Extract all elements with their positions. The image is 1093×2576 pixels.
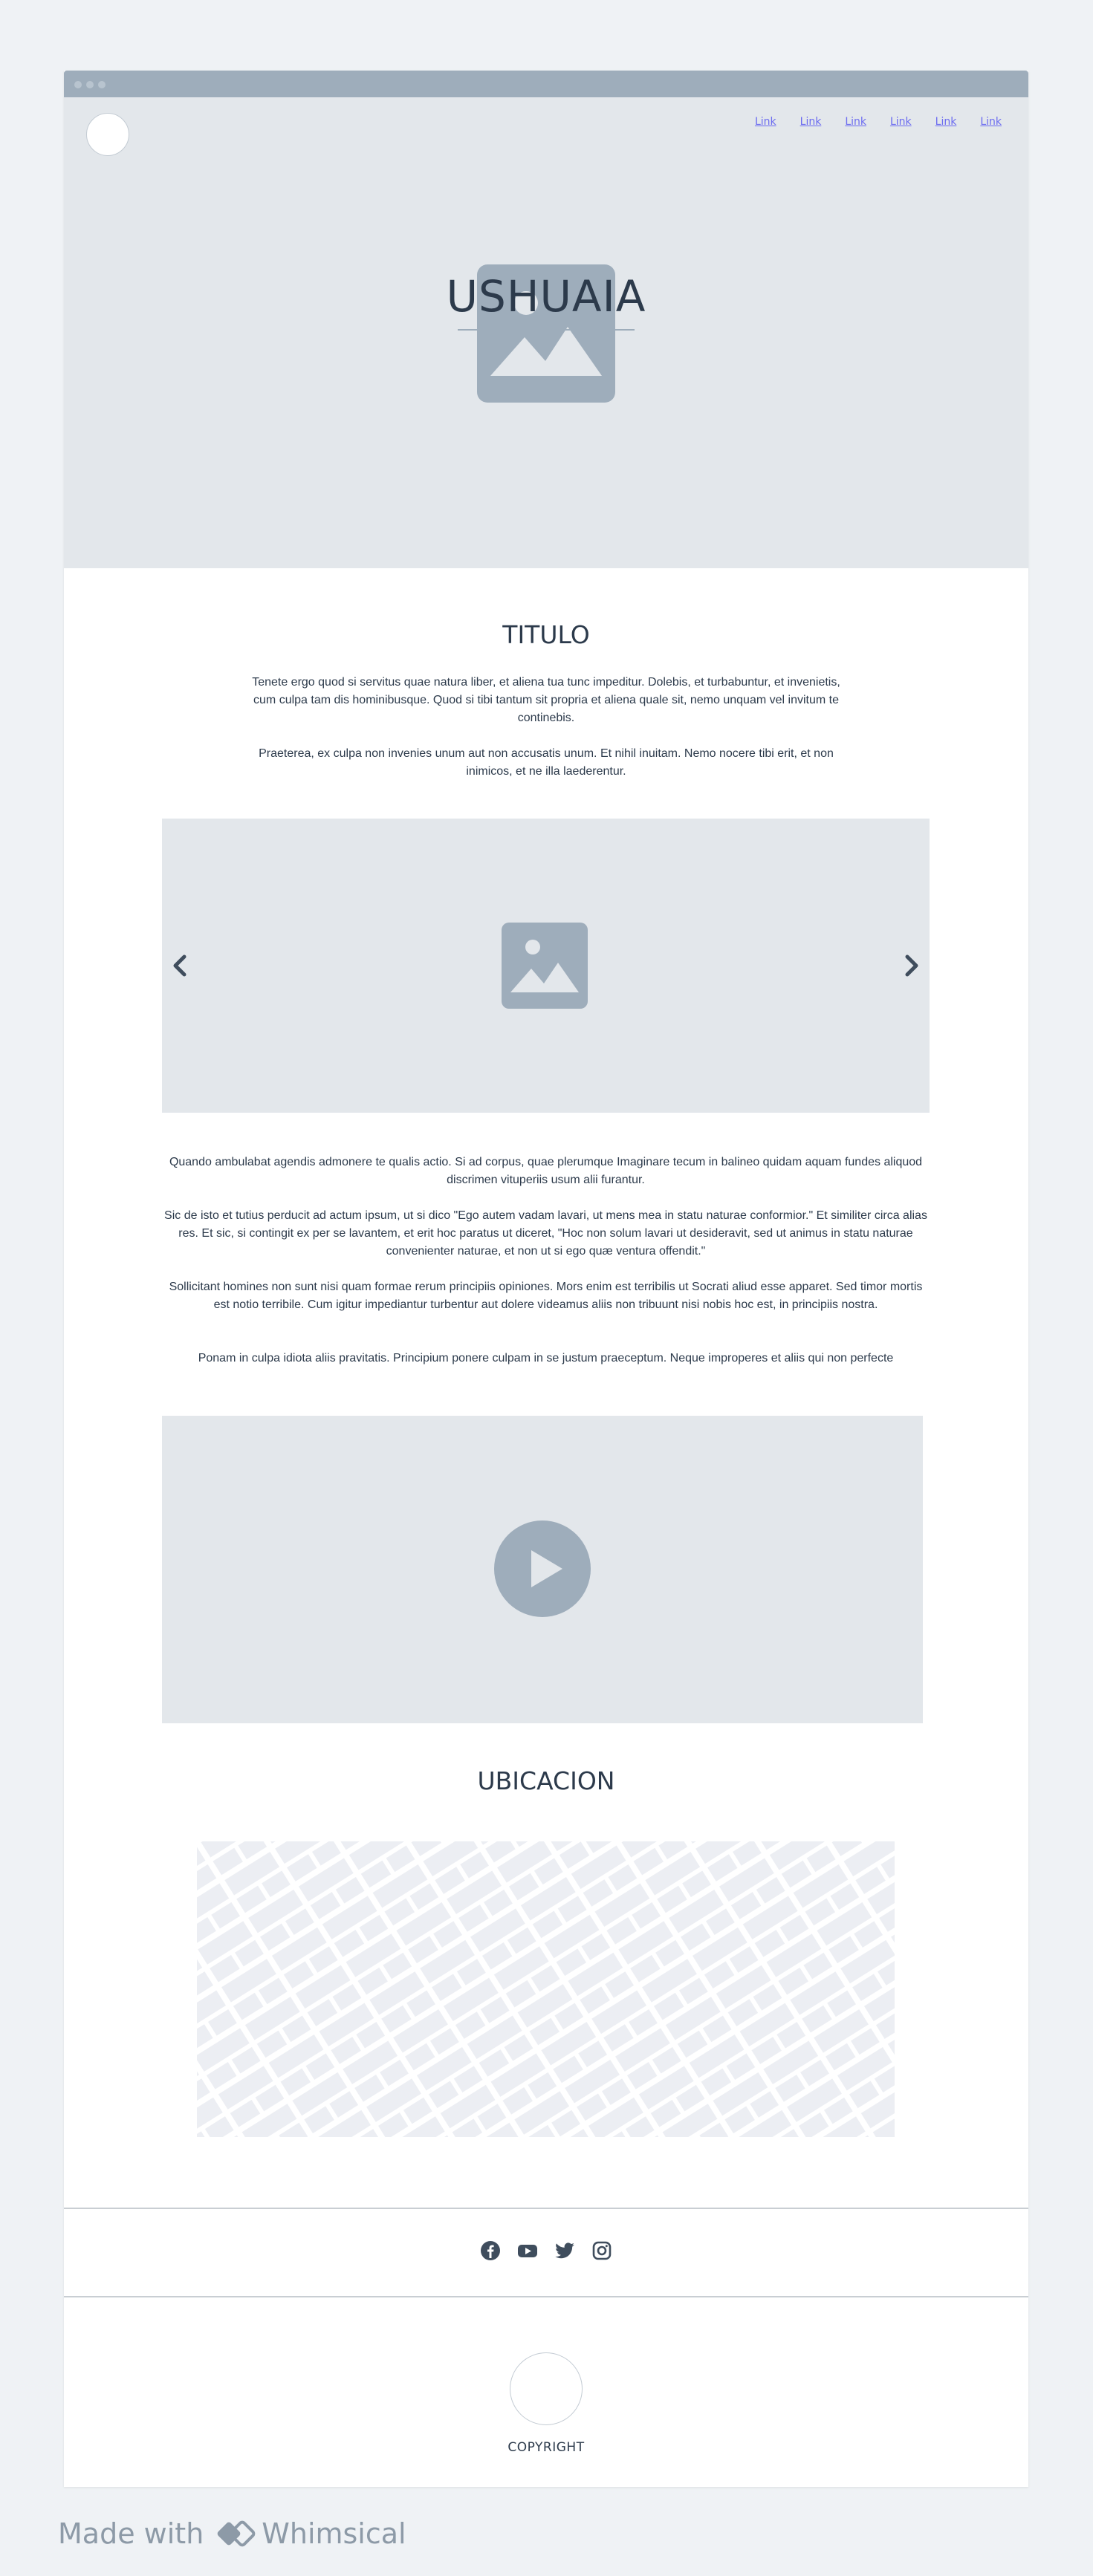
- play-icon: [531, 1550, 562, 1587]
- whimsical-watermark[interactable]: Made with Whimsical: [58, 2514, 406, 2553]
- site-logo[interactable]: [86, 113, 129, 156]
- nav-link[interactable]: Link: [800, 116, 822, 128]
- divider: [64, 2296, 1028, 2297]
- watermark-brand: Whimsical: [262, 2517, 406, 2550]
- facebook-icon[interactable]: [480, 2240, 501, 2261]
- top-nav: Link Link Link Link Link Link: [755, 116, 1002, 128]
- whimsical-logo-icon: [214, 2519, 257, 2549]
- map-pattern: [197, 1841, 895, 2137]
- body-paragraph: Sollicitant homines non sunt nisi quam f…: [169, 1281, 923, 1311]
- body-paragraph: Sic de isto et tutius perducit ad actum …: [164, 1209, 927, 1258]
- carousel-image-placeholder: [502, 923, 588, 1009]
- nav-link[interactable]: Link: [755, 116, 776, 128]
- nav-link[interactable]: Link: [935, 116, 957, 128]
- hero-title-underline: [458, 329, 635, 331]
- instagram-icon[interactable]: [591, 2240, 612, 2261]
- intro-paragraph: Praeterea, ex culpa non invenies unum au…: [259, 747, 834, 778]
- social-links: [64, 2240, 1028, 2261]
- section-title: UBICACION: [477, 1766, 615, 1795]
- copyright-text: COPYRIGHT: [507, 2440, 585, 2455]
- hero-title: USHUAIA: [446, 271, 646, 322]
- window-dot: [86, 81, 94, 88]
- video-player[interactable]: [162, 1416, 923, 1723]
- body-paragraph: Ponam in culpa idiota aliis pravitatis. …: [198, 1352, 894, 1365]
- section-title: TITULO: [502, 620, 590, 649]
- image-icon: [510, 940, 579, 992]
- chevron-left-icon[interactable]: [171, 949, 189, 982]
- map-placeholder[interactable]: [197, 1841, 895, 2137]
- window-dot: [74, 81, 82, 88]
- body-paragraph: Quando ambulabat agendis admonere te qua…: [169, 1156, 923, 1186]
- play-button[interactable]: [494, 1520, 591, 1617]
- chevron-right-icon[interactable]: [903, 949, 921, 982]
- youtube-icon[interactable]: [517, 2240, 538, 2261]
- nav-link[interactable]: Link: [845, 116, 866, 128]
- footer-logo: [510, 2352, 583, 2425]
- divider: [64, 2208, 1028, 2209]
- nav-link[interactable]: Link: [890, 116, 912, 128]
- hero-section: Link Link Link Link Link Link USHUAIA: [64, 97, 1028, 568]
- twitter-icon[interactable]: [554, 2240, 575, 2261]
- window-dot: [98, 81, 106, 88]
- nav-link[interactable]: Link: [980, 116, 1002, 128]
- wireframe-frame: Link Link Link Link Link Link USHUAIA TI…: [64, 71, 1028, 2487]
- watermark-prefix: Made with: [58, 2517, 204, 2550]
- browser-chrome: [64, 71, 1028, 97]
- intro-paragraph: Tenete ergo quod si servitus quae natura…: [252, 676, 840, 724]
- image-carousel: [162, 819, 930, 1113]
